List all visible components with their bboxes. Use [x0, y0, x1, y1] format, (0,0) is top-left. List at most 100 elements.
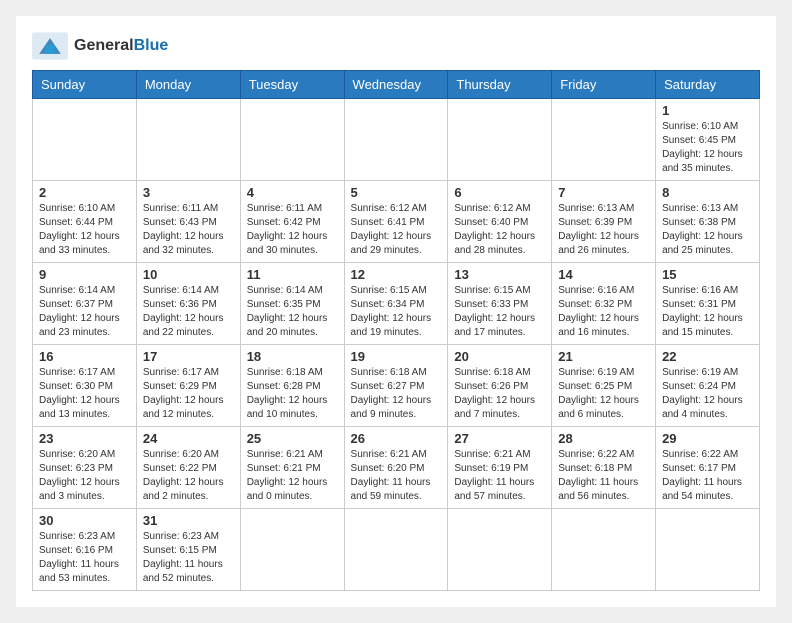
- calendar-cell: [448, 99, 552, 181]
- day-info: Sunrise: 6:21 AM Sunset: 6:19 PM Dayligh…: [454, 448, 545, 504]
- calendar-table: SundayMondayTuesdayWednesdayThursdayFrid…: [32, 70, 760, 591]
- calendar-cell: 17 Sunrise: 6:17 AM Sunset: 6:29 PM Dayli…: [136, 345, 240, 427]
- logo-icon: [32, 32, 68, 60]
- calendar-cell: 14Sunrise: 6:16 AM Sunset: 6:32 PM Dayli…: [552, 263, 656, 345]
- day-info: Sunrise: 6:14 AM Sunset: 6:37 PM Dayligh…: [39, 284, 130, 340]
- calendar-cell: 13Sunrise: 6:15 AM Sunset: 6:33 PM Dayli…: [448, 263, 552, 345]
- calendar-cell: 22Sunrise: 6:19 AM Sunset: 6:24 PM Dayli…: [656, 345, 760, 427]
- week-row-2: 9 Sunrise: 6:14 AM Sunset: 6:37 PM Daylig…: [33, 263, 760, 345]
- day-info: Sunrise: 6:23 AM Sunset: 6:16 PM Dayligh…: [39, 530, 130, 586]
- day-info: Sunrise: 6:13 AM Sunset: 6:39 PM Dayligh…: [558, 202, 649, 258]
- calendar-cell: 20 Sunrise: 6:18 AM Sunset: 6:26 PM Dayli…: [448, 345, 552, 427]
- day-number: 19: [351, 349, 442, 364]
- day-number: 12: [351, 267, 442, 282]
- weekday-header-tuesday: Tuesday: [240, 71, 344, 99]
- day-number: 1: [662, 103, 753, 118]
- day-number: 27: [454, 431, 545, 446]
- calendar-cell: 18Sunrise: 6:18 AM Sunset: 6:28 PM Dayli…: [240, 345, 344, 427]
- day-number: 29: [662, 431, 753, 446]
- day-number: 14: [558, 267, 649, 282]
- day-info: Sunrise: 6:19 AM Sunset: 6:24 PM Dayligh…: [662, 366, 753, 422]
- day-number: 6: [454, 185, 545, 200]
- day-number: 7: [558, 185, 649, 200]
- day-info: Sunrise: 6:14 AM Sunset: 6:36 PM Dayligh…: [143, 284, 234, 340]
- weekday-header-sunday: Sunday: [33, 71, 137, 99]
- calendar-cell: 8Sunrise: 6:13 AM Sunset: 6:38 PM Daylig…: [656, 181, 760, 263]
- weekday-header-thursday: Thursday: [448, 71, 552, 99]
- day-info: Sunrise: 6:17 AM Sunset: 6:29 PM Dayligh…: [143, 366, 234, 422]
- calendar-cell: 23Sunrise: 6:20 AM Sunset: 6:23 PM Dayli…: [33, 427, 137, 509]
- week-row-1: 2Sunrise: 6:10 AM Sunset: 6:44 PM Daylig…: [33, 181, 760, 263]
- day-number: 9: [39, 267, 130, 282]
- day-number: 17: [143, 349, 234, 364]
- calendar-cell: 19Sunrise: 6:18 AM Sunset: 6:27 PM Dayli…: [344, 345, 448, 427]
- page: GeneralBlue SundayMondayTuesdayWednesday…: [16, 16, 776, 607]
- calendar-cell: [656, 509, 760, 591]
- day-info: Sunrise: 6:23 AM Sunset: 6:15 PM Dayligh…: [143, 530, 234, 586]
- calendar-cell: 28 Sunrise: 6:22 AM Sunset: 6:18 PM Dayli…: [552, 427, 656, 509]
- day-info: Sunrise: 6:12 AM Sunset: 6:41 PM Dayligh…: [351, 202, 442, 258]
- day-number: 28: [558, 431, 649, 446]
- day-number: 11: [247, 267, 338, 282]
- calendar-cell: 15 Sunrise: 6:16 AM Sunset: 6:31 PM Dayli…: [656, 263, 760, 345]
- calendar-cell: 7 Sunrise: 6:13 AM Sunset: 6:39 PM Daylig…: [552, 181, 656, 263]
- day-info: Sunrise: 6:21 AM Sunset: 6:20 PM Dayligh…: [351, 448, 442, 504]
- calendar-cell: 12Sunrise: 6:15 AM Sunset: 6:34 PM Dayli…: [344, 263, 448, 345]
- day-number: 21: [558, 349, 649, 364]
- day-number: 20: [454, 349, 545, 364]
- day-number: 5: [351, 185, 442, 200]
- calendar-cell: 24 Sunrise: 6:20 AM Sunset: 6:22 PM Dayli…: [136, 427, 240, 509]
- day-number: 24: [143, 431, 234, 446]
- calendar-cell: [240, 509, 344, 591]
- day-info: Sunrise: 6:20 AM Sunset: 6:22 PM Dayligh…: [143, 448, 234, 504]
- calendar-cell: 2Sunrise: 6:10 AM Sunset: 6:44 PM Daylig…: [33, 181, 137, 263]
- day-info: Sunrise: 6:18 AM Sunset: 6:26 PM Dayligh…: [454, 366, 545, 422]
- calendar-cell: 10 Sunrise: 6:14 AM Sunset: 6:36 PM Dayli…: [136, 263, 240, 345]
- calendar-cell: [448, 509, 552, 591]
- day-info: Sunrise: 6:10 AM Sunset: 6:45 PM Dayligh…: [662, 120, 753, 176]
- calendar-cell: 27 Sunrise: 6:21 AM Sunset: 6:19 PM Dayli…: [448, 427, 552, 509]
- calendar-cell: [552, 99, 656, 181]
- day-info: Sunrise: 6:16 AM Sunset: 6:31 PM Dayligh…: [662, 284, 753, 340]
- day-info: Sunrise: 6:14 AM Sunset: 6:35 PM Dayligh…: [247, 284, 338, 340]
- calendar-cell: [344, 509, 448, 591]
- calendar-cell: 1 Sunrise: 6:10 AM Sunset: 6:45 PM Daylig…: [656, 99, 760, 181]
- week-row-3: 16Sunrise: 6:17 AM Sunset: 6:30 PM Dayli…: [33, 345, 760, 427]
- day-number: 15: [662, 267, 753, 282]
- calendar-cell: 16Sunrise: 6:17 AM Sunset: 6:30 PM Dayli…: [33, 345, 137, 427]
- day-info: Sunrise: 6:11 AM Sunset: 6:43 PM Dayligh…: [143, 202, 234, 258]
- calendar-cell: [33, 99, 137, 181]
- day-number: 10: [143, 267, 234, 282]
- day-number: 31: [143, 513, 234, 528]
- calendar-cell: 11 Sunrise: 6:14 AM Sunset: 6:35 PM Dayli…: [240, 263, 344, 345]
- logo: GeneralBlue: [32, 32, 168, 60]
- week-row-0: 1 Sunrise: 6:10 AM Sunset: 6:45 PM Daylig…: [33, 99, 760, 181]
- weekday-header-saturday: Saturday: [656, 71, 760, 99]
- day-number: 3: [143, 185, 234, 200]
- day-number: 13: [454, 267, 545, 282]
- day-info: Sunrise: 6:22 AM Sunset: 6:18 PM Dayligh…: [558, 448, 649, 504]
- calendar-cell: 6Sunrise: 6:12 AM Sunset: 6:40 PM Daylig…: [448, 181, 552, 263]
- calendar-cell: 4 Sunrise: 6:11 AM Sunset: 6:42 PM Daylig…: [240, 181, 344, 263]
- calendar-cell: 31 Sunrise: 6:23 AM Sunset: 6:15 PM Dayli…: [136, 509, 240, 591]
- calendar-cell: 5 Sunrise: 6:12 AM Sunset: 6:41 PM Daylig…: [344, 181, 448, 263]
- day-info: Sunrise: 6:21 AM Sunset: 6:21 PM Dayligh…: [247, 448, 338, 504]
- calendar-cell: [552, 509, 656, 591]
- weekday-header-wednesday: Wednesday: [344, 71, 448, 99]
- day-number: 4: [247, 185, 338, 200]
- calendar-cell: [344, 99, 448, 181]
- calendar-cell: 29 Sunrise: 6:22 AM Sunset: 6:17 PM Dayli…: [656, 427, 760, 509]
- day-info: Sunrise: 6:22 AM Sunset: 6:17 PM Dayligh…: [662, 448, 753, 504]
- logo-text: GeneralBlue: [74, 37, 168, 55]
- day-number: 26: [351, 431, 442, 446]
- calendar-cell: [136, 99, 240, 181]
- week-row-5: 30Sunrise: 6:23 AM Sunset: 6:16 PM Dayli…: [33, 509, 760, 591]
- day-info: Sunrise: 6:19 AM Sunset: 6:25 PM Dayligh…: [558, 366, 649, 422]
- weekday-header-friday: Friday: [552, 71, 656, 99]
- day-number: 18: [247, 349, 338, 364]
- calendar-cell: 30Sunrise: 6:23 AM Sunset: 6:16 PM Dayli…: [33, 509, 137, 591]
- week-row-4: 23Sunrise: 6:20 AM Sunset: 6:23 PM Dayli…: [33, 427, 760, 509]
- day-info: Sunrise: 6:17 AM Sunset: 6:30 PM Dayligh…: [39, 366, 130, 422]
- day-info: Sunrise: 6:11 AM Sunset: 6:42 PM Dayligh…: [247, 202, 338, 258]
- calendar-cell: 21 Sunrise: 6:19 AM Sunset: 6:25 PM Dayli…: [552, 345, 656, 427]
